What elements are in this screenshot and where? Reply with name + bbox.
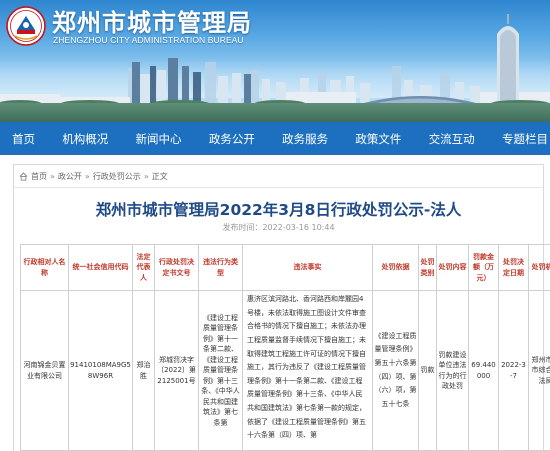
breadcrumb-separator: » xyxy=(50,172,55,181)
nav-item-gov-service[interactable]: 政务服务 xyxy=(282,131,328,147)
breadcrumb: 首页 » 政公开 » 行政处罚公示 » 正文 xyxy=(19,171,168,182)
emblem-logo-icon[interactable] xyxy=(6,6,46,46)
cell-content: 罚款建设单位违法行为的行政处罚 xyxy=(436,290,469,451)
nav-item-about[interactable]: 机构概况 xyxy=(62,131,108,147)
cell-date: 2022-3-7 xyxy=(498,290,529,451)
table-header-cell: 法定代表人 xyxy=(132,244,155,291)
site-title[interactable]: 郑州市城市管理局 xyxy=(52,3,252,38)
cell-decision-no: 郑城罚决字〔2022〕第2125001号 xyxy=(154,290,199,451)
page-root: 郑州市城市管理局 ZHENGZHOU CITY ADMINISTRATION B… xyxy=(0,0,550,451)
table-header-cell: 处罚机关 xyxy=(528,244,550,291)
nav-item-news[interactable]: 新闻中心 xyxy=(136,131,182,147)
breadcrumb-current: 正文 xyxy=(151,172,168,181)
table-header-cell: 行政处罚决定书文号 xyxy=(154,244,199,291)
publish-time: 发布时间：2022-03-16 10:44 xyxy=(222,223,335,232)
table-header-cell: 违法行为类型 xyxy=(198,244,243,291)
cell-basis: 《建设工程质量管理条例》第五十六条第（四）项、第（六）项，第五十七条 xyxy=(372,290,419,451)
breadcrumb-separator: » xyxy=(84,172,90,181)
cell-amount: 69.440000 xyxy=(468,290,499,451)
article-card: 首页 » 政公开 » 行政处罚公示 » 正文 郑州市城市管理局2022年3月8日… xyxy=(13,164,550,451)
ground-strip xyxy=(0,103,550,122)
nav-item-gov-open[interactable]: 政务公开 xyxy=(209,131,255,147)
table-header-row: 行政相对人名称 统一社会信用代码 法定代表人 行政处罚决定书文号 违法行为类型 … xyxy=(20,244,550,291)
table-header-cell: 处罚依据 xyxy=(372,244,419,291)
cell-violation-type: 《建设工程质量管理条例》第十一条第二款、《建设工程质量管理条例》第十三条、《中华… xyxy=(198,290,243,451)
cell-authority: 郑州市城市综合执法局 xyxy=(528,290,550,451)
table-row: 河南锦金贝置业有限公司 91410108MA9G58W96R 郑治胜 郑城罚决字… xyxy=(20,290,550,451)
cell-name: 河南锦金贝置业有限公司 xyxy=(20,290,69,451)
breadcrumb-divider xyxy=(14,187,543,188)
table-header-cell: 处罚决定日期 xyxy=(498,244,529,291)
site-subtitle: ZHENGZHOU CITY ADMINISTRATION BUREAU xyxy=(53,35,244,45)
table-header-cell: 行政相对人名称 xyxy=(20,244,69,291)
main-nav: 首页 机构概况 新闻中心 政务公开 政务服务 政策文件 交流互动 专题栏目 xyxy=(0,122,550,155)
cell-credit-code: 91410108MA9G58W96R xyxy=(68,290,133,451)
table-header-cell: 统一社会信用代码 xyxy=(68,244,133,291)
cell-category: 罚款 xyxy=(418,290,437,451)
nav-item-home[interactable]: 首页 xyxy=(12,131,35,147)
nav-item-interaction[interactable]: 交流互动 xyxy=(429,131,475,147)
table-header-cell: 处罚内容 xyxy=(436,244,469,291)
penalty-table: 行政相对人名称 统一社会信用代码 法定代表人 行政处罚决定书文号 违法行为类型 … xyxy=(20,244,550,451)
home-icon xyxy=(19,172,28,181)
breadcrumb-link-gov-open[interactable]: 政公开 xyxy=(58,171,82,182)
nav-item-policy[interactable]: 政策文件 xyxy=(355,131,401,147)
table-header-cell: 处罚类别 xyxy=(418,244,437,291)
site-banner: 郑州市城市管理局 ZHENGZHOU CITY ADMINISTRATION B… xyxy=(0,0,550,122)
breadcrumb-link-penalty[interactable]: 行政处罚公示 xyxy=(93,171,141,182)
cell-legal-rep: 郑治胜 xyxy=(132,290,155,451)
breadcrumb-link-home[interactable]: 首页 xyxy=(31,171,47,182)
article-title: 郑州市城市管理局2022年3月8日行政处罚公示-法人 xyxy=(95,201,462,219)
table-header-cell: 违法事实 xyxy=(242,244,373,291)
cell-facts: 惠济区滨河路北、香河路西和岸麓园4号楼，未依法取得施工图设计文件审查合格书的情况… xyxy=(242,290,373,451)
breadcrumb-separator: » xyxy=(143,172,149,181)
table-header-cell: 罚款金额（万元） xyxy=(468,244,499,291)
nav-item-topics[interactable]: 专题栏目 xyxy=(502,131,548,147)
